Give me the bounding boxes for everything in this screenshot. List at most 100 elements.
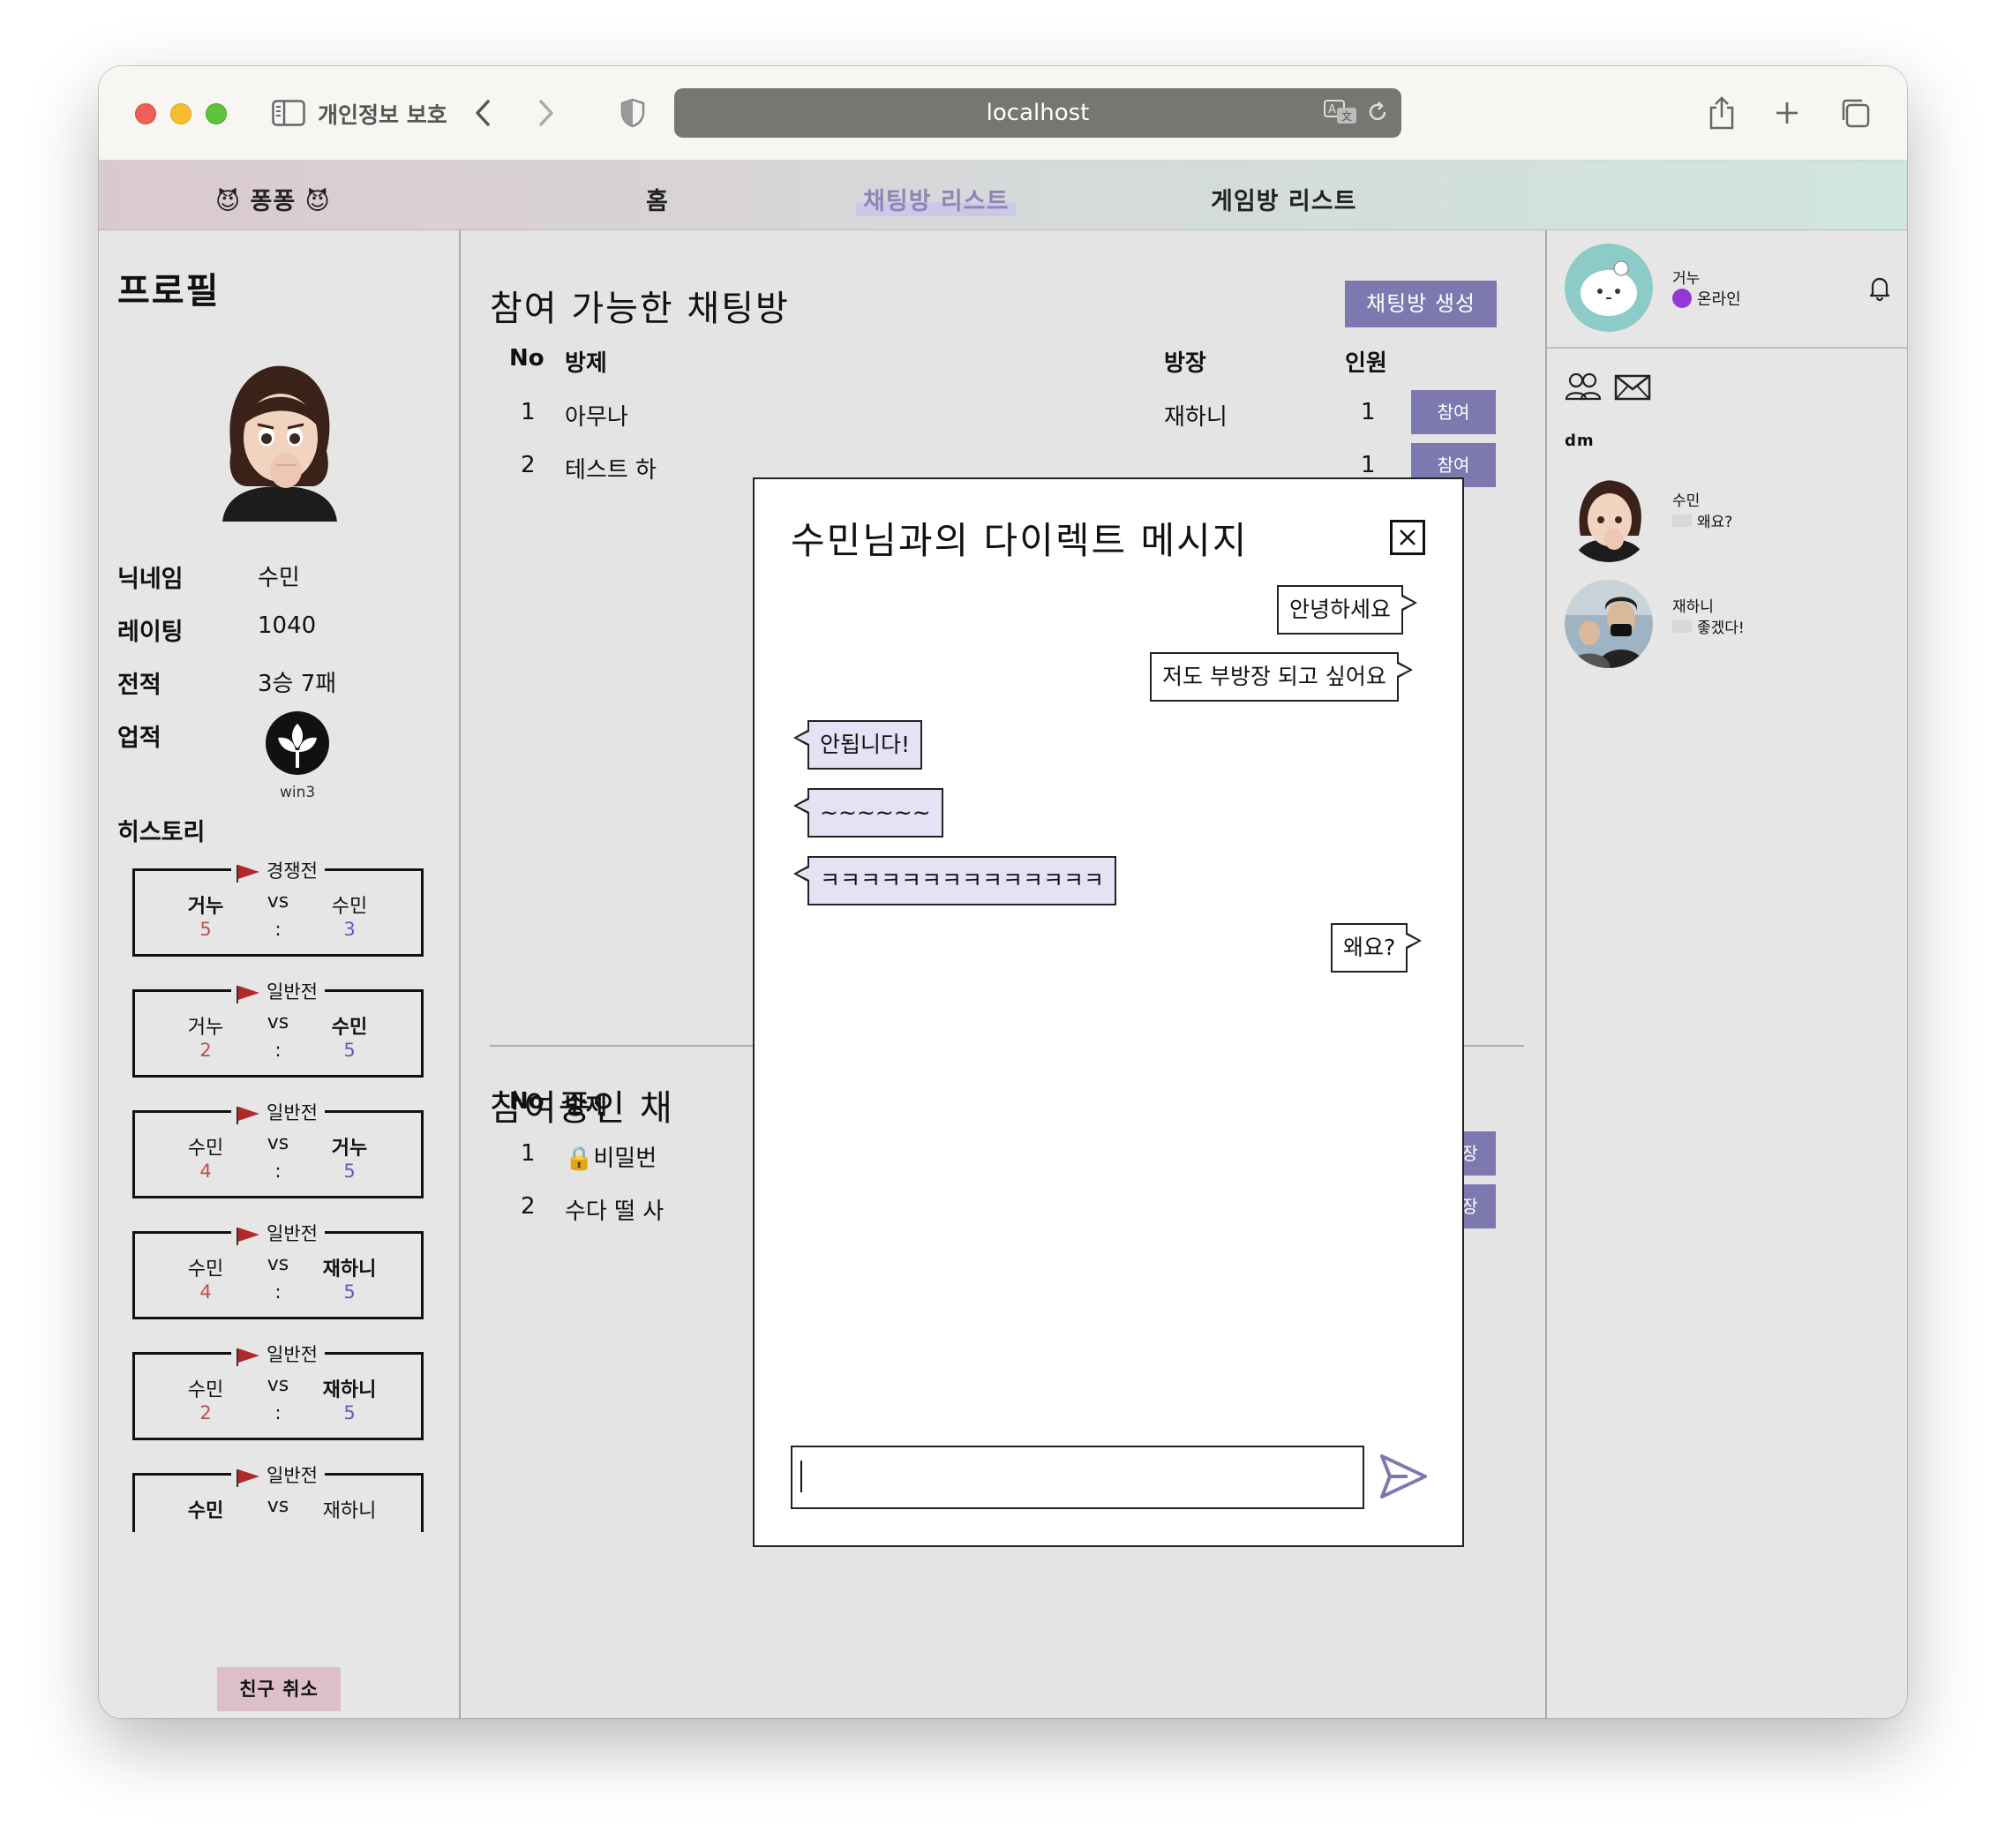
dm-avatar [1565,474,1653,562]
match-type: 경쟁전 [267,860,318,882]
chat-bubble-received: ㅋㅋㅋㅋㅋㅋㅋㅋㅋㅋㅋㅋㅋㅋ [792,856,1117,905]
address-bar[interactable]: localhost A文 [674,88,1401,138]
available-rooms-title: 참여 가능한 채팅방 [490,289,790,329]
nickname-label: 닉네임 [117,566,184,593]
match-type: 일반전 [267,1344,318,1365]
modal-title: 수민님과의 다이렉트 메시지 [791,519,1249,562]
chat-bubble-sent: 왜요? [1331,923,1423,973]
svg-text:文: 文 [1341,109,1352,123]
privacy-report-label[interactable]: 개인정보 보호 [318,98,447,130]
match-score1: 2 [199,1402,212,1424]
room-count: 1 [1361,452,1376,478]
match-history-list[interactable]: 경쟁전 거누 vs 수민 5 : 3 일반전 거누 vs 수민 2 : 5 일반… [131,848,431,1532]
match-vs: vs [267,1495,289,1517]
match-card: 일반전 수민 vs 재하니 4 : 5 [132,1223,424,1319]
reload-icon[interactable] [1366,101,1389,127]
achievement-badge-icon[interactable] [266,711,329,775]
match-colon: : [274,919,282,940]
friends-icon[interactable] [1565,372,1602,405]
match-type: 일반전 [267,1223,318,1244]
new-tab-icon[interactable] [1772,95,1802,131]
chat-bubble-received: 안됩니다! [792,720,923,770]
zoom-window-button[interactable] [206,103,227,124]
minimize-window-button[interactable] [170,103,191,124]
bell-icon[interactable] [1868,274,1891,304]
online-dot-icon [1672,289,1692,308]
achievement-label: 업적 [117,725,161,752]
match-card: 일반전 수민 vs 거누 4 : 5 [132,1102,424,1198]
room-no: 1 [521,1140,536,1167]
envelope-icon [1672,620,1692,633]
match-score2: 5 [343,1281,356,1303]
match-player2: 재하니 [322,1379,377,1401]
tab-overview-icon[interactable] [1837,95,1873,131]
share-icon[interactable] [1707,95,1737,131]
match-type: 일반전 [267,1465,318,1486]
match-player1: 거누 [187,896,224,918]
match-player2: 수민 [331,896,368,918]
flag-icon [237,865,260,883]
my-online-status[interactable]: 온라인 [1672,287,1741,310]
mail-icon[interactable] [1614,374,1651,404]
match-player2: 재하니 [322,1258,377,1281]
match-player1: 수민 [187,1138,224,1160]
direct-message-modal: 수민님과의 다이렉트 메시지 안녕하세요 저도 부방장 되고 싶어요 안됩니다!… [753,477,1464,1547]
dm-item[interactable]: 재하니 좋겠다! [1565,580,1882,668]
translate-icon[interactable]: A文 [1324,100,1357,128]
room-no: 2 [521,1193,536,1220]
match-score1: 5 [199,919,212,940]
match-score1: 4 [199,1281,212,1303]
my-name: 거누 [1672,270,1701,288]
close-icon[interactable] [1390,520,1425,555]
match-player2: 재하니 [322,1500,377,1522]
forward-icon[interactable] [533,95,559,131]
room-owner: 재하니 [1164,404,1228,431]
match-player2: 수민 [331,1017,368,1039]
flag-icon [237,1107,260,1124]
dm-preview: 왜요? [1672,509,1732,531]
create-room-button[interactable]: 채팅방 생성 [1345,281,1497,327]
browser-window: 개인정보 보호 localhost A文 😈 퐁퐁 😈 홈 채팅방 리스트 게임… [99,66,1907,1718]
url-text: localhost [986,100,1090,126]
match-score2: 5 [343,1161,356,1182]
dm-item[interactable]: 수민 왜요? [1565,474,1882,562]
sidebar-icon[interactable] [271,95,306,131]
nav-home[interactable]: 홈 [646,182,669,216]
send-icon[interactable] [1378,1451,1429,1502]
dm-avatar [1565,580,1653,668]
join-button[interactable]: 참여 [1411,390,1496,434]
profile-panel: 프로필 닉네임 수민 레이팅 1040 전적 3승 7패 업적 win3 히스토… [99,230,461,1718]
flag-icon [237,1469,260,1487]
match-vs: vs [267,1253,289,1275]
brand-logo[interactable]: 😈 퐁퐁 😈 [215,182,331,216]
match-card: 일반전 수민 vs 재하니 2 : 5 [132,1344,424,1440]
social-panel: 거누 온라인 dm 수민 왜요? 재하니 좋겠다! [1545,230,1907,1718]
match-score1: 4 [199,1161,212,1182]
room-count: 1 [1361,399,1376,425]
match-score1: 2 [199,1040,212,1061]
achievement-name: win3 [280,784,316,801]
col-header-count: 인원 [1345,350,1387,377]
shield-icon[interactable] [618,95,648,131]
room-no: 1 [521,399,536,425]
match-colon: : [274,1402,282,1424]
unfriend-button[interactable]: 친구 취소 [217,1667,341,1711]
rating-label: 레이팅 [117,619,184,646]
room-title: 🔒비밀번 [565,1146,657,1172]
nav-game-list[interactable]: 게임방 리스트 [1211,182,1356,216]
nav-chat-list[interactable]: 채팅방 리스트 [856,182,1017,216]
app-navbar: 😈 퐁퐁 😈 홈 채팅방 리스트 게임방 리스트 [99,161,1907,230]
dm-name: 수민 [1672,492,1701,510]
message-input[interactable] [791,1446,1364,1509]
match-vs: vs [267,1374,289,1396]
nickname-value: 수민 [258,565,300,591]
match-player1: 수민 [187,1379,224,1401]
match-score2: 5 [343,1402,356,1424]
my-avatar[interactable] [1565,244,1653,332]
close-window-button[interactable] [135,103,156,124]
back-icon[interactable] [469,95,496,131]
room-no: 2 [521,452,536,478]
match-card: 일반전 수민 vs 재하니 [132,1465,424,1532]
match-score2: 5 [343,1040,356,1061]
match-player1: 수민 [187,1500,224,1522]
